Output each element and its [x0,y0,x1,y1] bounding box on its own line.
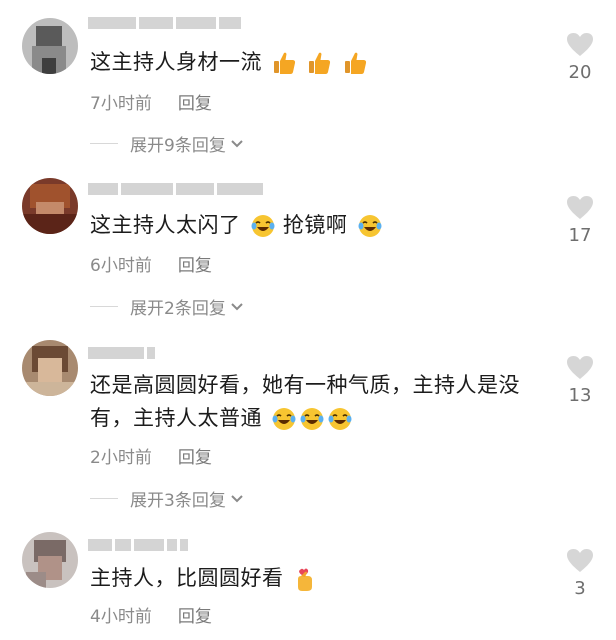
divider-line [90,143,118,144]
like-count: 17 [568,225,592,246]
comment-text: 这主持人太闪了 抢镜啊 [90,209,550,242]
comment-text: 主持人，比圆圆好看 [90,562,550,595]
chevron-down-icon [231,302,243,310]
timestamp: 6小时前 [90,256,152,276]
avatar[interactable] [22,340,78,396]
like-count: 3 [574,578,586,599]
username-redacted[interactable] [88,346,155,360]
heart-icon [567,549,593,572]
reply-button[interactable]: 回复 [178,89,212,114]
laugh-cry-icon [300,408,324,430]
like-count: 20 [568,62,592,83]
heart-icon [567,33,593,56]
laugh-cry-icon [328,408,352,430]
reply-button[interactable]: 回复 [178,251,212,276]
like-button[interactable]: 13 [558,355,602,406]
comment-text-content: 主持人，比圆圆好看 [90,566,284,590]
comment-meta: 6小时前 回复 [90,251,212,276]
expand-replies-button[interactable]: 展开2条回复 [90,294,244,319]
laugh-cry-icon [251,215,275,237]
thumbs-up-icon [274,52,296,74]
thumbs-up-icon [344,52,366,74]
comment-meta: 4小时前 回复 [90,602,212,627]
comment-text: 这主持人身材一流 [90,46,550,79]
timestamp: 4小时前 [90,607,152,627]
comment-text-content: 这主持人太闪了 [90,213,241,237]
like-button[interactable]: 3 [558,548,602,599]
username-redacted[interactable] [88,16,241,30]
expand-replies-button[interactable]: 展开9条回复 [90,131,244,156]
comment-meta: 2小时前 回复 [90,443,212,468]
divider-line [90,306,118,307]
laugh-cry-icon [358,215,382,237]
expand-replies-label: 展开3条回复 [130,491,226,511]
reply-button[interactable]: 回复 [178,443,212,468]
avatar[interactable] [22,532,78,588]
expand-replies-label: 展开9条回复 [130,136,226,156]
chevron-down-icon [231,139,243,147]
comment-text-content: 抢镜啊 [282,213,348,237]
timestamp: 2小时前 [90,448,152,468]
avatar[interactable] [22,178,78,234]
heart-icon [567,196,593,219]
comment-meta: 7小时前 回复 [90,89,212,114]
like-button[interactable]: 17 [558,195,602,246]
finger-heart-icon [297,568,312,591]
chevron-down-icon [231,494,243,502]
expand-replies-label: 展开2条回复 [130,299,226,319]
avatar[interactable] [22,18,78,74]
timestamp: 7小时前 [90,94,152,114]
reply-button[interactable]: 回复 [178,602,212,627]
expand-replies-button[interactable]: 展开3条回复 [90,486,244,511]
heart-icon [567,356,593,379]
username-redacted[interactable] [88,538,188,552]
comment-text: 还是高圆圆好看，她有一种气质，主持人是没有，主持人太普通 [90,369,550,435]
like-count: 13 [568,385,592,406]
like-button[interactable]: 20 [558,32,602,83]
divider-line [90,498,118,499]
comment-text-content: 这主持人身材一流 [90,50,262,74]
laugh-cry-icon [272,408,296,430]
username-redacted[interactable] [88,182,263,196]
thumbs-up-icon [309,52,331,74]
